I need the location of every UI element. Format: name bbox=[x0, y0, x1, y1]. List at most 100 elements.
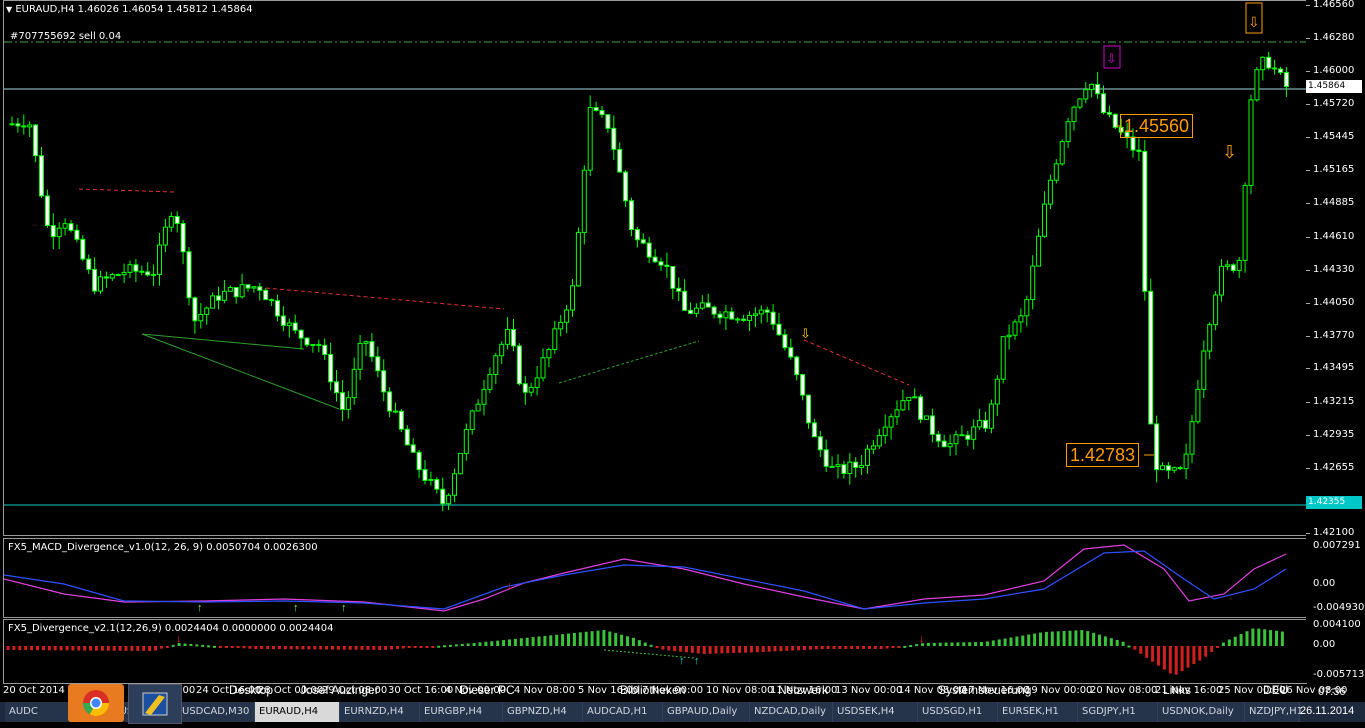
histogram-bar bbox=[1186, 646, 1190, 668]
candle-body bbox=[758, 309, 764, 315]
histogram-bar bbox=[77, 646, 81, 651]
metatrader-taskbar-button[interactable] bbox=[128, 684, 182, 724]
chrome-icon bbox=[82, 690, 110, 717]
histogram-bar bbox=[997, 639, 1001, 646]
histogram-bar bbox=[590, 631, 594, 646]
histogram-bar bbox=[1210, 646, 1214, 652]
candle-body bbox=[334, 381, 339, 394]
macd-axis-label: 0.00 bbox=[1313, 578, 1336, 589]
histogram-bar bbox=[390, 646, 393, 650]
candle-body bbox=[676, 287, 682, 292]
candle-body bbox=[1136, 149, 1142, 152]
price-axis: 1.46560 1.46280 1.46000 1.45720 1.45445 1.451… bbox=[1306, 0, 1365, 538]
desktop-toolbar-item[interactable]: Josef Auzinger bbox=[300, 683, 379, 697]
histogram-bar bbox=[407, 646, 411, 649]
chrome-taskbar-button[interactable] bbox=[68, 684, 124, 722]
down-arrow-icon: ⇩ bbox=[1106, 52, 1117, 67]
histogram-bar bbox=[266, 646, 270, 650]
macd-header: FX5_MACD_Divergence_v1.0(12, 26, 9) 0.00… bbox=[8, 542, 318, 553]
price-axis-tick bbox=[1306, 336, 1310, 337]
candle-body bbox=[800, 374, 806, 396]
candle-body bbox=[115, 274, 121, 277]
candle-body bbox=[493, 355, 499, 375]
histogram-bar bbox=[236, 646, 240, 648]
chart-tab[interactable]: NZDJPY,H1 bbox=[1245, 702, 1303, 722]
chart-tab[interactable]: USDSGD,H1 bbox=[918, 702, 998, 722]
chart-tab[interactable]: NZDCAD,Daily bbox=[750, 702, 833, 722]
candle-body bbox=[98, 276, 103, 292]
chart-tab[interactable]: EURSEK,H1 bbox=[998, 702, 1078, 722]
candle-body bbox=[1106, 112, 1112, 115]
histogram-bar bbox=[1227, 639, 1231, 646]
histogram-bar bbox=[885, 646, 889, 649]
up-arrow-icon: ↑ bbox=[694, 655, 700, 667]
clock-date[interactable]: 26.11.2014 bbox=[1300, 705, 1354, 717]
histogram-bar bbox=[1115, 639, 1119, 646]
candle-body bbox=[1266, 56, 1272, 69]
clock-time[interactable]: 07:36 bbox=[1318, 686, 1346, 698]
chart-tab[interactable]: EURAUD,H4 bbox=[255, 702, 340, 722]
histogram-bar bbox=[755, 646, 759, 653]
macd-axis-label: -0.004930 bbox=[1313, 602, 1365, 613]
histogram-bar bbox=[136, 646, 140, 651]
candle-body bbox=[393, 410, 398, 413]
chart-tab[interactable]: AUDCAD,H1 bbox=[583, 702, 663, 722]
histogram-bar bbox=[879, 646, 883, 649]
candle-body bbox=[398, 410, 404, 430]
chart-tab[interactable]: USDCAD,M30 bbox=[178, 702, 255, 722]
candle-body bbox=[965, 434, 971, 440]
chart-tab[interactable]: GBPNZD,H4 bbox=[503, 702, 583, 722]
histogram-bar bbox=[1062, 630, 1066, 646]
histogram-bar bbox=[555, 634, 559, 646]
histogram-bar bbox=[65, 646, 69, 651]
histogram-bar bbox=[18, 646, 22, 651]
candle-body bbox=[1248, 99, 1254, 186]
histogram-bar bbox=[950, 642, 954, 646]
candle-body bbox=[127, 264, 133, 273]
date-axis-label: 13 Nov 00:00 bbox=[835, 685, 903, 696]
desktop-toolbar-item[interactable]: Desktop bbox=[229, 683, 273, 697]
chart-tab[interactable]: USDNOK,Daily bbox=[1158, 702, 1245, 722]
candle-body bbox=[876, 435, 882, 447]
candle-body bbox=[682, 290, 688, 311]
desktop-toolbar-item[interactable]: Dieser PC bbox=[460, 683, 515, 697]
candle-body bbox=[670, 265, 676, 289]
candle-body bbox=[941, 440, 947, 448]
chart-tab[interactable]: SGDJPY,H1 bbox=[1078, 702, 1158, 722]
histogram-bar bbox=[844, 646, 848, 649]
histogram-bar bbox=[283, 646, 287, 650]
divergence-indicator-panel[interactable]: ↓ ↓ ↑ ↑ FX5_Divergence_v2.1(12,26,9) 0.0024… bbox=[3, 619, 1307, 684]
desktop-toolbar-item[interactable]: DEU bbox=[1263, 683, 1288, 697]
chart-tab[interactable]: USDSEK,H4 bbox=[833, 702, 918, 722]
chart-tab[interactable]: GBPAUD,Daily bbox=[663, 702, 750, 722]
histogram-bar bbox=[1092, 632, 1096, 646]
candle-body bbox=[316, 343, 322, 346]
desktop-toolbar-item[interactable]: Systemsteuerung bbox=[938, 683, 1031, 697]
price-axis-tick bbox=[1306, 170, 1310, 171]
candle-body bbox=[788, 347, 794, 358]
histogram-bar bbox=[779, 646, 783, 652]
candle-body bbox=[180, 223, 186, 253]
histogram-bar bbox=[6, 646, 10, 651]
candle-body bbox=[157, 244, 162, 275]
histogram-bar bbox=[856, 646, 860, 649]
histogram-bar bbox=[301, 646, 305, 650]
chart-tab[interactable]: EURGBP,H4 bbox=[420, 702, 503, 722]
desktop-toolbar-item[interactable]: Netzwerk bbox=[778, 683, 828, 697]
dropdown-arrow-icon[interactable]: ▼ bbox=[6, 5, 12, 14]
candle-body bbox=[847, 461, 853, 474]
candle-body bbox=[50, 225, 56, 238]
histogram-bar bbox=[478, 642, 482, 646]
desktop-toolbar-item[interactable]: Bibliotheken bbox=[620, 683, 685, 697]
macd-indicator-panel[interactable]: ↑ ↑ ↑ ↓ FX5_MACD_Divergence_v1.0(12, 26, 9)… bbox=[3, 538, 1307, 618]
level-price-tag: 1.42355 bbox=[1306, 496, 1362, 509]
price-axis-label: 1.43770 bbox=[1313, 330, 1355, 341]
histogram-bar bbox=[348, 646, 352, 650]
price-chart-panel[interactable]: ⇩ ⇩ ⇩ ⇩ ▼ EURAUD,H4 1.46026 1.46054 1.45812… bbox=[3, 0, 1307, 536]
histogram-bar bbox=[248, 646, 252, 649]
histogram-bar bbox=[207, 645, 211, 648]
chart-tab[interactable]: EURNZD,H4 bbox=[340, 702, 420, 722]
candle-body bbox=[570, 285, 575, 311]
down-arrow-icon: ↓ bbox=[507, 580, 513, 592]
desktop-toolbar-item[interactable]: Links bbox=[1163, 683, 1191, 697]
